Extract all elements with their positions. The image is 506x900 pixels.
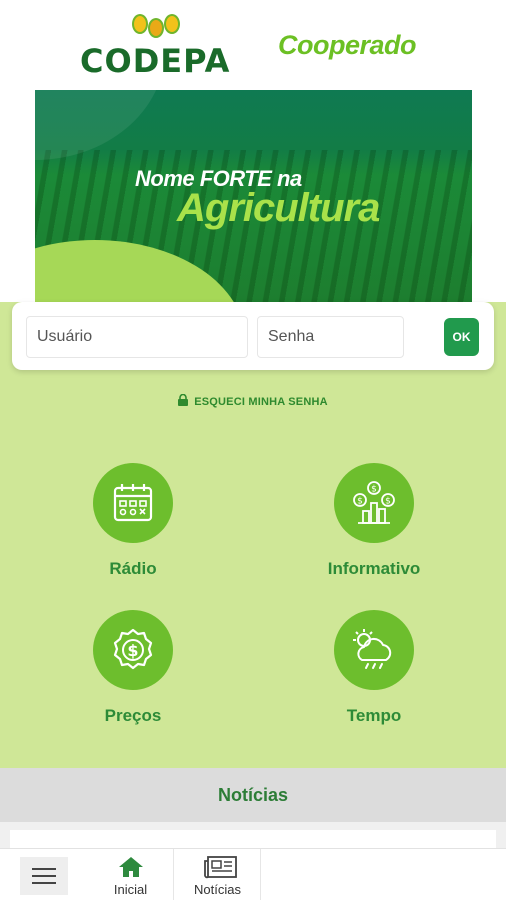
username-input[interactable] [26, 316, 248, 358]
forgot-password-label: ESQUECI MINHA SENHA [194, 396, 328, 408]
tile-tempo-label: Tempo [346, 706, 402, 725]
tile-informativo[interactable]: $ $ $ Informativo [294, 463, 454, 579]
logo-fruit-icon [132, 14, 148, 34]
tab-noticias[interactable]: Notícias [175, 849, 261, 900]
logo-text: CODEPA [80, 42, 231, 80]
menu-button[interactable] [20, 857, 68, 895]
tile-tempo[interactable]: Tempo [294, 610, 454, 726]
page-title: Cooperado [278, 30, 417, 60]
news-section-header[interactable]: Notícias [0, 768, 506, 822]
tab-inicial[interactable]: Inicial [88, 849, 174, 900]
tile-precos-label: Preços [104, 706, 162, 725]
hamburger-icon [32, 868, 56, 870]
svg-text:$: $ [371, 485, 377, 495]
login-ok-button[interactable]: OK [444, 318, 479, 356]
logo-fruit-icon [148, 18, 164, 38]
dollar-badge-icon: $ [113, 628, 153, 670]
forgot-password-link[interactable]: ESQUECI MINHA SENHA [0, 393, 506, 409]
password-input[interactable] [257, 316, 404, 358]
svg-text:$: $ [357, 497, 363, 507]
lock-icon [178, 393, 189, 409]
weather-icon [353, 629, 392, 669]
bottom-tab-bar: Inicial Notícias [0, 848, 506, 900]
tile-radio[interactable]: Rádio [53, 463, 213, 579]
logo-fruit-icon [164, 14, 180, 34]
tab-noticias-label: Notícias [194, 882, 241, 897]
tile-radio-label: Rádio [109, 559, 157, 578]
home-icon [119, 857, 143, 877]
svg-text:$: $ [127, 641, 138, 660]
codepa-logo: CODEPA [80, 14, 240, 80]
banner-subheadline: Agricultura [177, 186, 380, 230]
tab-inicial-label: Inicial [113, 882, 148, 897]
hero-banner: Nome FORTE na Agricultura [35, 90, 472, 302]
app-header: CODEPA Cooperado [0, 0, 506, 90]
newspaper-icon [204, 856, 237, 879]
svg-text:$: $ [385, 497, 391, 507]
login-card: OK [12, 302, 494, 370]
money-chart-icon: $ $ $ [353, 481, 395, 524]
calendar-icon [113, 484, 153, 522]
tile-precos[interactable]: $ Preços [53, 610, 213, 726]
tile-informativo-label: Informativo [327, 559, 421, 578]
